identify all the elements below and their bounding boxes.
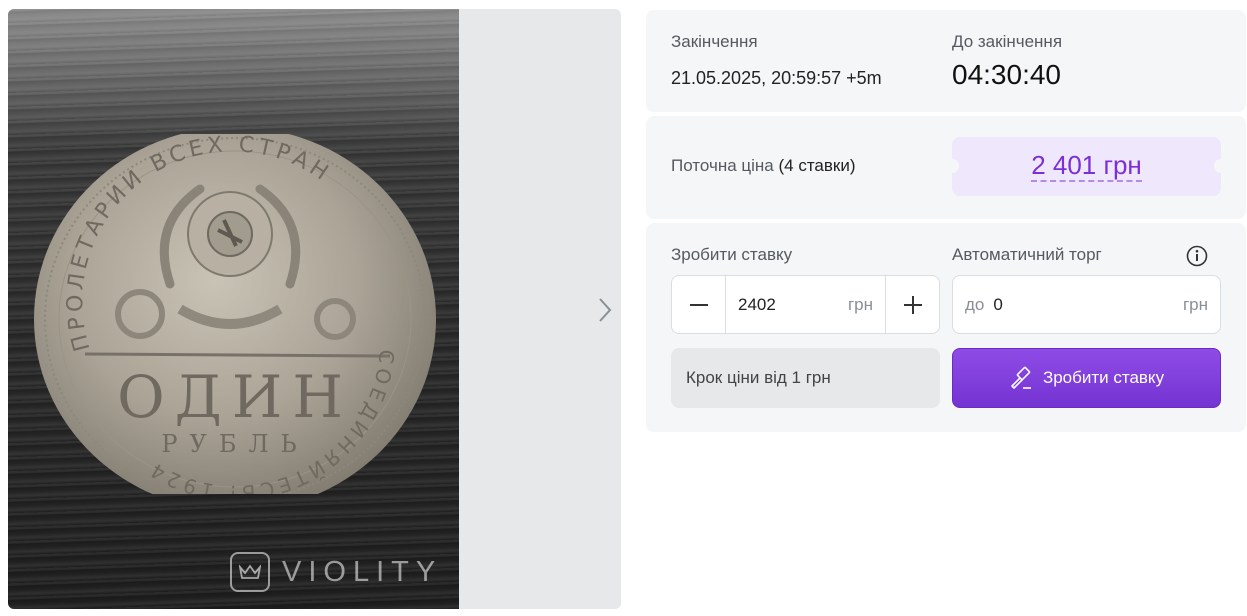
bid-amount-unit: грн (847, 294, 873, 314)
minus-icon (689, 303, 708, 306)
image-gallery: ОДИН РУБЛЬ ПРОЛЕТАРИИ ВСЕХ СТРАН СОЕДИНЯ… (8, 9, 621, 609)
bid-amount-stepper: грн (671, 275, 940, 334)
auto-bid-input[interactable] (993, 294, 1114, 315)
ending-label: Закінчення (671, 32, 758, 51)
bid-amount-field: грн (726, 276, 885, 333)
bid-amount-input[interactable] (738, 294, 838, 315)
price-card: Поточна ціна (4 ставки) 2 401 грн (646, 116, 1246, 219)
auto-bid-unit: грн (1182, 294, 1208, 314)
countdown-timer: 04:30:40 (952, 59, 1061, 90)
chevron-right-icon[interactable] (593, 295, 617, 325)
plus-icon (903, 295, 922, 314)
current-price-label: Поточна ціна (4 ставки) (671, 156, 856, 176)
bid-label: Зробити ставку (671, 245, 793, 264)
countdown-label: До закінчення (952, 32, 1063, 51)
ending-card: Закінчення 21.05.2025, 20:59:57 +5m До з… (646, 10, 1246, 112)
watermark: VIOLITY (230, 552, 442, 592)
lot-photo[interactable]: ОДИН РУБЛЬ ПРОЛЕТАРИИ ВСЕХ СТРАН СОЕДИНЯ… (8, 9, 459, 609)
increase-button[interactable] (885, 276, 939, 333)
auto-bid-prefix: до (965, 294, 985, 314)
bid-card: Зробити ставку Автоматичний торг грн до … (646, 223, 1246, 432)
coin-image: ОДИН РУБЛЬ ПРОЛЕТАРИИ ВСЕХ СТРАН СОЕДИНЯ… (34, 134, 436, 494)
price-step-note: Крок ціни від 1 грн (671, 348, 940, 408)
current-price-value[interactable]: 2 401 грн (1031, 151, 1142, 182)
price-badge: 2 401 грн (945, 137, 1228, 196)
auto-bid-field: до грн (952, 275, 1221, 334)
gavel-icon (1011, 366, 1031, 389)
ending-datetime: 21.05.2025, 20:59:57 +5m (671, 68, 882, 88)
decrease-button[interactable] (672, 276, 726, 333)
coin-unit: РУБЛЬ (161, 430, 308, 458)
violity-logo-icon (230, 552, 270, 592)
place-bid-label: Зробити ставку (1042, 368, 1165, 387)
coin-denomination: ОДИН (117, 363, 353, 431)
current-price-text: Поточна ціна (671, 156, 774, 175)
place-bid-button[interactable]: Зробити ставку (952, 348, 1221, 408)
auto-bid-label: Автоматичний торг (952, 245, 1102, 264)
info-icon[interactable] (1186, 245, 1208, 267)
photo-highlight (8, 9, 459, 149)
watermark-text: VIOLITY (282, 555, 443, 588)
bids-count: (4 ставки) (778, 156, 856, 175)
